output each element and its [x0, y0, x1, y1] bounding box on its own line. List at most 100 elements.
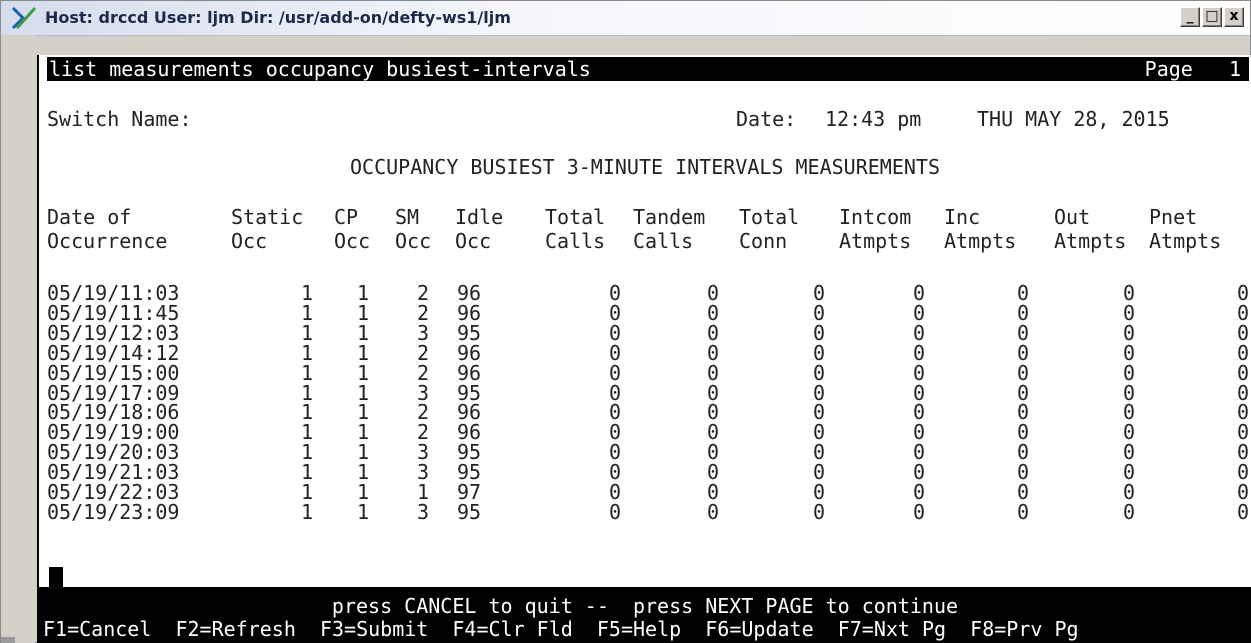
table-cell: 0: [608, 480, 621, 504]
column-header-line2: Conn: [739, 229, 788, 253]
table-cell: 0: [608, 281, 621, 305]
resize-grip[interactable]: [1, 637, 15, 643]
table-cell: 3: [416, 499, 429, 524]
column-header-line1: SM: [395, 205, 420, 229]
table-cell: 96: [457, 300, 482, 325]
table-cell: 0: [706, 360, 719, 385]
table-cell: 0: [1236, 499, 1249, 524]
table-cell: 05/19/23:09: [47, 499, 180, 524]
table-cell: 0: [1236, 340, 1249, 365]
table-cell: 97: [457, 480, 482, 504]
title-bar[interactable]: Host: drccd User: ljm Dir: /usr/add-on/d…: [1, 1, 1250, 36]
table-cell: 1: [300, 480, 313, 504]
table-cell: 0: [812, 320, 825, 345]
table-cell: 2: [416, 340, 429, 365]
table-cell: 1: [356, 499, 369, 524]
table-cell: 05/19/15:00: [47, 360, 180, 385]
table-cell: 1: [356, 360, 369, 385]
window-left-frame: [1, 35, 35, 643]
table-cell: 0: [608, 360, 621, 385]
column-header-line1: Total: [739, 205, 800, 229]
table-cell: 0: [1016, 480, 1029, 504]
table-cell: 96: [457, 360, 482, 385]
column-header-line1: Intcom: [839, 205, 912, 229]
table-cell: 0: [1236, 281, 1249, 305]
table-cell: 0: [608, 300, 621, 325]
table-cell: 0: [608, 340, 621, 365]
table-cell: 05/19/22:03: [47, 480, 180, 504]
table-cell: 0: [912, 300, 925, 325]
table-cell: 0: [1016, 320, 1029, 345]
column-header-line2: Occ: [231, 229, 268, 253]
table-cell: 1: [356, 480, 369, 504]
column-header-line1: CP: [334, 205, 359, 229]
terminal-screen[interactable]: list measurements occupancy busiest-inte…: [37, 55, 1251, 643]
table-cell: 0: [1236, 360, 1249, 385]
column-header-line2: Occ: [455, 229, 492, 253]
table-cell: 1: [300, 300, 313, 325]
column-header-line1: Static: [231, 205, 304, 229]
footer-message: press CANCEL to quit -- press NEXT PAGE …: [331, 594, 959, 618]
table-cell: 2: [416, 281, 429, 305]
table-cell: 0: [912, 281, 925, 305]
column-header-line2: Occurrence: [47, 229, 168, 253]
table-cell: 1: [416, 480, 429, 504]
table-cell: 0: [1016, 281, 1029, 305]
table-cell: 05/19/14:12: [47, 340, 180, 365]
column-header-line2: Occ: [334, 229, 371, 253]
column-header-line1: Total: [545, 205, 606, 229]
table-cell: 0: [1016, 340, 1029, 365]
table-cell: 2: [416, 300, 429, 325]
table-cell: 0: [912, 480, 925, 504]
report-time: 12:43 pm: [825, 107, 922, 131]
table-cell: 0: [1016, 300, 1029, 325]
table-cell: 0: [1016, 360, 1029, 385]
command-bar: list measurements occupancy busiest-inte…: [47, 57, 1249, 81]
maximize-button[interactable]: □: [1202, 7, 1222, 27]
table-cell: 0: [1016, 499, 1029, 524]
table-cell: 0: [1122, 281, 1135, 305]
table-cell: 0: [706, 320, 719, 345]
table-cell: 05/19/11:03: [47, 281, 180, 305]
column-header-line2: Atmpts: [944, 229, 1017, 253]
table-cell: 95: [457, 499, 482, 524]
table-cell: 0: [706, 300, 719, 325]
table-cell: 0: [1122, 480, 1135, 504]
table-cell: 0: [1122, 340, 1135, 365]
command-text: list measurements occupancy busiest-inte…: [49, 57, 591, 81]
table-cell: 1: [356, 340, 369, 365]
minimize-button[interactable]: _: [1180, 7, 1200, 27]
table-cell: 0: [1122, 320, 1135, 345]
column-header-line1: Inc: [944, 205, 981, 229]
table-cell: 95: [457, 320, 482, 345]
table-cell: 96: [457, 340, 482, 365]
table-cell: 0: [912, 360, 925, 385]
function-keys[interactable]: F1=Cancel F2=Refresh F3=Submit F4=Clr Fl…: [43, 617, 1079, 641]
column-header-line1: Tandem: [633, 205, 706, 229]
status-footer: press CANCEL to quit -- press NEXT PAGE …: [39, 587, 1251, 643]
table-cell: 0: [706, 340, 719, 365]
report-title: OCCUPANCY BUSIEST 3-MINUTE INTERVALS MEA…: [349, 155, 940, 179]
table-cell: 05/19/11:45: [47, 300, 180, 325]
table-cell: 0: [608, 320, 621, 345]
table-cell: 0: [1122, 360, 1135, 385]
column-header-line1: Idle: [455, 205, 504, 229]
x-logo-icon: [11, 6, 37, 30]
table-cell: 1: [356, 300, 369, 325]
window-title: Host: drccd User: ljm Dir: /usr/add-on/d…: [45, 8, 511, 27]
column-header-line1: Out: [1054, 205, 1091, 229]
table-cell: 0: [608, 499, 621, 524]
column-header-line2: Atmpts: [1149, 229, 1222, 253]
table-cell: 0: [812, 300, 825, 325]
close-button[interactable]: x: [1224, 7, 1244, 27]
table-cell: 0: [1236, 320, 1249, 345]
table-cell: 1: [356, 320, 369, 345]
table-cell: 0: [1236, 480, 1249, 504]
column-header-line2: Occ: [395, 229, 432, 253]
table-cell: 2: [416, 360, 429, 385]
table-cell: 1: [300, 340, 313, 365]
table-cell: 1: [300, 499, 313, 524]
table-cell: 0: [812, 340, 825, 365]
table-cell: 96: [457, 281, 482, 305]
table-cell: 0: [1236, 300, 1249, 325]
